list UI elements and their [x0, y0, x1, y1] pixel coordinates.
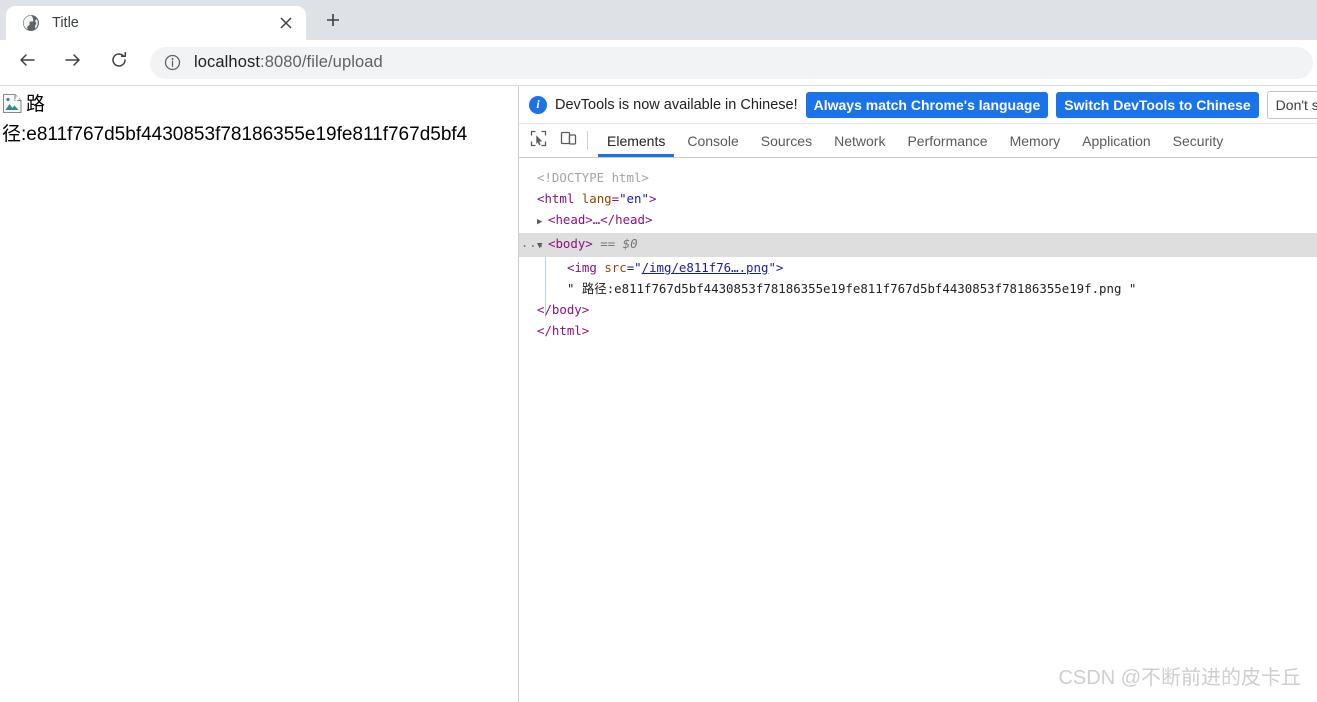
address-bar[interactable]: localhost:8080/file/upload	[150, 46, 1313, 79]
tab-performance[interactable]: Performance	[896, 124, 998, 157]
arrow-right-icon	[63, 50, 83, 75]
dom-row-head[interactable]: ▶ <head>…</head>	[519, 209, 1317, 233]
plus-icon	[326, 13, 340, 32]
img-tag-suffix: ">	[768, 260, 784, 275]
info-circle-icon[interactable]	[164, 54, 182, 71]
body-tag-open: <body>	[548, 236, 593, 251]
forward-button[interactable]	[55, 45, 91, 81]
back-button[interactable]	[9, 45, 45, 81]
switch-devtools-language-button[interactable]: Switch DevTools to Chinese	[1056, 91, 1259, 118]
tab-strip: Title	[0, 0, 1317, 40]
page-content: 路 径:e811f767d5bf4430853f78186355e19fe811…	[0, 86, 518, 702]
dom-row-text-node[interactable]: " 路径:e811f767d5bf4430853f78186355e19fe81…	[519, 278, 1317, 299]
dont-show-again-button[interactable]: Don't sho	[1266, 90, 1317, 119]
html-tag-close-bracket: >	[648, 191, 657, 206]
page-text-line-1: 路	[2, 92, 518, 122]
doctype-text: <!DOCTYPE html>	[537, 170, 649, 185]
devtools-language-notice: i DevTools is now available in Chinese! …	[519, 86, 1317, 124]
tab-security[interactable]: Security	[1162, 124, 1235, 157]
browser-tab[interactable]: Title	[6, 6, 306, 40]
arrow-left-icon	[17, 50, 37, 75]
dom-row-body-close[interactable]: </body>	[519, 299, 1317, 320]
text-node-content: " 路径:e811f767d5bf4430853f78186355e19fe81…	[567, 281, 1137, 296]
img-tag-prefix: <img	[567, 260, 605, 275]
inspect-element-button[interactable]	[523, 124, 553, 157]
page-text-1: 路	[26, 94, 46, 115]
dom-row-html-close[interactable]: </html>	[519, 320, 1317, 341]
tab-network[interactable]: Network	[823, 124, 896, 157]
tab-application[interactable]: Application	[1071, 124, 1162, 157]
device-toolbar-icon	[560, 130, 577, 152]
always-match-language-button[interactable]: Always match Chrome's language	[805, 91, 1049, 118]
new-tab-button[interactable]	[316, 5, 350, 39]
browser-toolbar: localhost:8080/file/upload	[0, 40, 1317, 86]
html-tag-open: <html	[537, 191, 575, 206]
dom-tree: <!DOCTYPE html> <html lang="en"> ▶ <head>…	[519, 158, 1317, 341]
close-icon[interactable]	[274, 11, 298, 35]
page-text-line-2: 径:e811f767d5bf4430853f78186355e19fe811f7…	[2, 124, 468, 146]
broken-image-icon	[2, 93, 23, 119]
dom-row-body-open[interactable]: ... ▼ <body> == $0	[519, 233, 1317, 257]
html-lang-attr: lang	[574, 191, 612, 206]
watermark: CSDN @不断前进的皮卡丘	[1058, 667, 1301, 689]
url-path: :8080/file/upload	[260, 53, 383, 71]
body-tag-close: </body>	[537, 302, 590, 317]
address-bar-url: localhost:8080/file/upload	[194, 53, 383, 72]
reload-icon	[109, 50, 129, 75]
tab-title: Title	[52, 15, 79, 31]
dom-row-html-open[interactable]: <html lang="en">	[519, 188, 1317, 209]
dom-node-badge[interactable]: ...	[521, 233, 546, 254]
img-src-link[interactable]: /img/e811f76….png	[642, 260, 769, 275]
globe-icon	[22, 14, 40, 32]
selected-node-marker: == $0	[600, 236, 638, 251]
notice-message: DevTools is now available in Chinese!	[555, 96, 798, 113]
dom-row-img[interactable]: <img src="/img/e811f76….png">	[519, 257, 1317, 278]
head-collapsed-text: <head>…</head>	[548, 212, 653, 227]
img-src-attr: src	[604, 260, 627, 275]
inspect-element-icon	[530, 130, 547, 152]
html-lang-value: "en"	[619, 191, 649, 206]
tab-elements[interactable]: Elements	[596, 124, 676, 157]
devtools-tabbar: Elements Console Sources Network Perform…	[519, 124, 1317, 158]
chevron-right-icon[interactable]: ▶	[537, 212, 548, 233]
equals-sign: =	[611, 191, 620, 206]
devtools-panel: i DevTools is now available in Chinese! …	[518, 86, 1317, 702]
tab-sources[interactable]: Sources	[750, 124, 823, 157]
html-tag-close: </html>	[537, 323, 590, 338]
url-host: localhost	[194, 53, 261, 71]
toolbar-divider	[587, 131, 588, 150]
reload-button[interactable]	[101, 45, 137, 81]
dom-row-doctype[interactable]: <!DOCTYPE html>	[519, 167, 1317, 188]
tab-console[interactable]: Console	[676, 124, 749, 157]
browser-window: Title localhost:8080/file/upload 路 径:e81…	[0, 0, 1317, 702]
device-toolbar-button[interactable]	[553, 124, 583, 157]
tab-memory[interactable]: Memory	[999, 124, 1072, 157]
viewport: 路 径:e811f767d5bf4430853f78186355e19fe811…	[0, 86, 1317, 702]
img-eq-quote: ="	[626, 260, 642, 275]
info-circle-filled-icon: i	[529, 95, 547, 114]
